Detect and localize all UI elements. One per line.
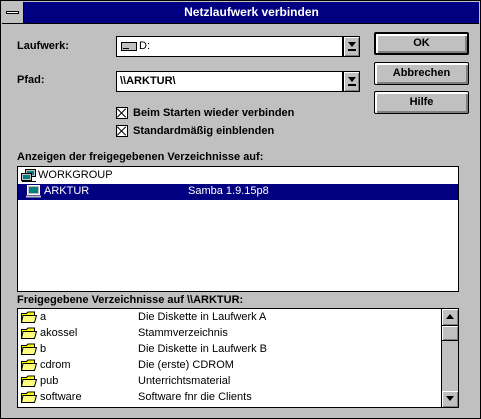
checkbox-box	[116, 107, 128, 119]
arrow-up-icon	[446, 314, 454, 319]
cancel-button[interactable]: Abbrechen	[374, 62, 469, 85]
share-comment: Unterrichtsmaterial	[138, 375, 231, 387]
path-value: \\ARKTUR\	[120, 75, 176, 87]
chevron-down-icon	[348, 42, 356, 47]
network-drive-dialog: Netzlaufwerk verbinden Laufwerk: D: Pfad…	[0, 0, 481, 419]
share-item[interactable]: pub Unterrichtsmaterial	[18, 374, 458, 390]
drive-dropdown-button[interactable]	[343, 36, 360, 57]
folder-icon	[21, 343, 37, 355]
system-menu-icon	[6, 11, 19, 14]
system-menu-button[interactable]	[2, 2, 24, 23]
help-button[interactable]: Hilfe	[374, 91, 469, 114]
share-comment: Die Diskette in Laufwerk A	[138, 311, 267, 323]
checkbox-box	[116, 125, 128, 137]
tree-item-label: ARKTUR	[44, 185, 90, 197]
share-name: cdrom	[40, 359, 71, 371]
scroll-up-button[interactable]	[442, 309, 458, 325]
share-name: pub	[40, 375, 59, 387]
shares-scrollbar[interactable]	[441, 309, 458, 407]
share-comment: Die (erste) CDROM	[138, 359, 234, 371]
share-item[interactable]: a Die Diskette in Laufwerk A	[18, 310, 458, 326]
tree-item-workgroup[interactable]: WORKGROUP	[18, 168, 458, 184]
folder-icon	[21, 375, 37, 387]
shares-list[interactable]: a Die Diskette in Laufwerk A akossel Stammv…	[17, 308, 459, 408]
share-comment: Stammverzeichnis	[138, 327, 228, 339]
arrow-down-icon	[446, 396, 454, 401]
path-dropdown-button[interactable]	[343, 71, 360, 92]
tree-item-arktur[interactable]: ARKTUR Samba 1.9.15p8	[18, 184, 458, 200]
tree-item-label: WORKGROUP	[38, 169, 113, 181]
folder-icon	[21, 327, 37, 339]
title-bar[interactable]: Netzlaufwerk verbinden	[2, 2, 479, 24]
workgroup-icon	[21, 169, 36, 182]
show-default-label: Standardmäßig einblenden	[133, 125, 275, 137]
chevron-down-icon	[348, 77, 356, 82]
scroll-thumb[interactable]	[442, 325, 458, 341]
path-input[interactable]: \\ARKTUR\	[116, 71, 343, 92]
share-name: akossel	[40, 327, 78, 339]
share-item[interactable]: software Software fnr die Clients	[18, 390, 458, 406]
network-drive-icon	[121, 42, 137, 51]
share-name: b	[40, 343, 47, 355]
scroll-down-button[interactable]	[442, 391, 458, 407]
window-title: Netzlaufwerk verbinden	[184, 5, 319, 19]
drive-label: Laufwerk:	[17, 40, 69, 52]
share-name: a	[40, 311, 47, 323]
drive-combobox[interactable]: D:	[116, 36, 343, 57]
scroll-track[interactable]	[442, 342, 458, 391]
share-name: software	[40, 391, 82, 403]
folder-icon	[21, 359, 37, 371]
reconnect-label: Beim Starten wieder verbinden	[133, 107, 295, 119]
share-item[interactable]: b Die Diskette in Laufwerk B	[18, 342, 458, 358]
reconnect-checkbox[interactable]: Beim Starten wieder verbinden	[116, 107, 294, 119]
tree-item-comment: Samba 1.9.15p8	[188, 185, 269, 197]
show-default-checkbox[interactable]: Standardmäßig einblenden	[116, 125, 274, 137]
folder-icon	[21, 311, 37, 323]
shares-label: Freigegebene Verzeichnisse auf \\ARKTUR:	[17, 294, 244, 306]
path-label: Pfad:	[17, 74, 45, 86]
drive-value: D:	[139, 40, 150, 52]
shared-dirs-label: Anzeigen der freigegebenen Verzeichnisse…	[17, 151, 264, 163]
network-tree-list[interactable]: WORKGROUP ARKTUR Samba 1.9.15p8	[17, 166, 459, 292]
share-item[interactable]: akossel Stammverzeichnis	[18, 326, 458, 342]
ok-button[interactable]: OK	[374, 32, 469, 55]
share-comment: Software fnr die Clients	[138, 391, 252, 403]
folder-icon	[21, 391, 37, 403]
share-comment: Die Diskette in Laufwerk B	[138, 343, 267, 355]
share-item[interactable]: cdrom Die (erste) CDROM	[18, 358, 458, 374]
computer-icon	[26, 185, 41, 198]
